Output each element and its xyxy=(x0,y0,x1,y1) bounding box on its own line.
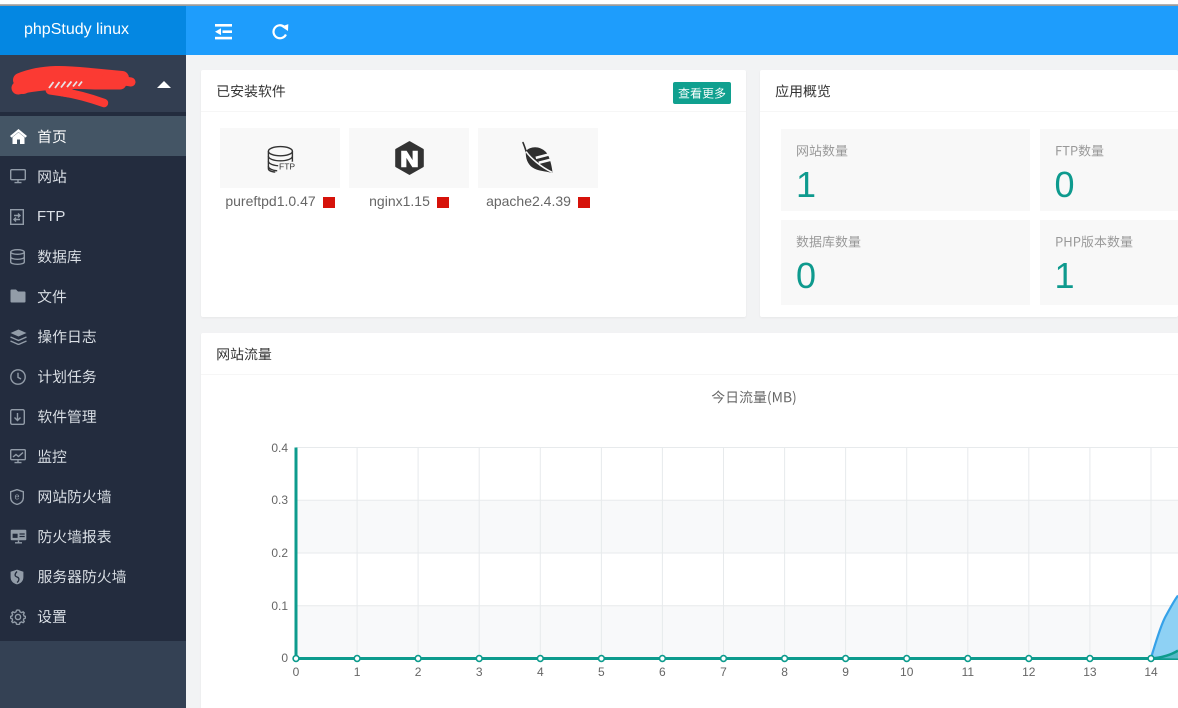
svg-text:3: 3 xyxy=(476,665,483,679)
svg-text:0.4: 0.4 xyxy=(271,441,288,455)
svg-text:8: 8 xyxy=(781,665,788,679)
svg-text:0: 0 xyxy=(281,651,288,665)
svg-text:0.1: 0.1 xyxy=(271,599,288,613)
svg-text:13: 13 xyxy=(1083,665,1097,679)
svg-text:0.2: 0.2 xyxy=(271,546,288,560)
svg-text:1: 1 xyxy=(354,665,361,679)
svg-text:7: 7 xyxy=(720,665,727,679)
svg-text:14: 14 xyxy=(1144,665,1158,679)
svg-text:11: 11 xyxy=(962,665,975,679)
svg-text:e: e xyxy=(14,492,19,502)
svg-text:0.3: 0.3 xyxy=(271,493,288,507)
svg-text:12: 12 xyxy=(1022,665,1036,679)
svg-text:0: 0 xyxy=(293,665,300,679)
svg-text:6: 6 xyxy=(659,665,666,679)
svg-text:2: 2 xyxy=(415,665,422,679)
svg-text:10: 10 xyxy=(900,665,914,679)
svg-text:FTP: FTP xyxy=(279,162,295,172)
svg-text:4: 4 xyxy=(537,665,544,679)
svg-text:5: 5 xyxy=(598,665,605,679)
svg-text:9: 9 xyxy=(842,665,849,679)
